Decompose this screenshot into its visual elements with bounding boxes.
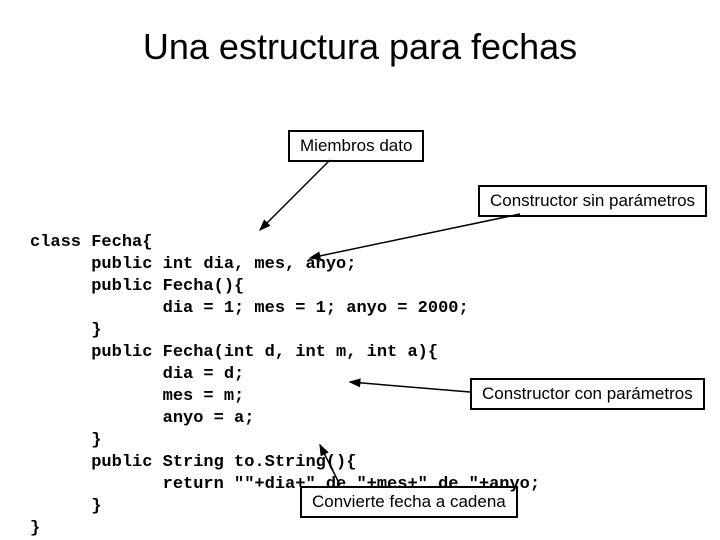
code-line: } (30, 519, 40, 538)
label-members: Miembros dato (288, 130, 424, 162)
code-line: } (30, 321, 101, 340)
code-block: class Fecha{ public int dia, mes, anyo; … (30, 210, 540, 540)
code-line: } (30, 431, 101, 450)
code-line: public Fecha(int d, int m, int a){ (30, 343, 438, 362)
code-line: dia = d; (30, 365, 244, 384)
code-line: public int dia, mes, anyo; (30, 255, 356, 274)
code-line: public Fecha(){ (30, 277, 244, 296)
code-line: } (30, 497, 101, 516)
code-line: dia = 1; mes = 1; anyo = 2000; (30, 299, 469, 318)
code-line: public String to.String(){ (30, 453, 356, 472)
code-line: return ""+dia+" de "+mes+" de "+anyo; (30, 475, 540, 494)
code-line: mes = m; (30, 387, 244, 406)
code-line: class Fecha{ (30, 233, 152, 252)
code-line: anyo = a; (30, 409, 254, 428)
slide-title: Una estructura para fechas (0, 26, 720, 68)
